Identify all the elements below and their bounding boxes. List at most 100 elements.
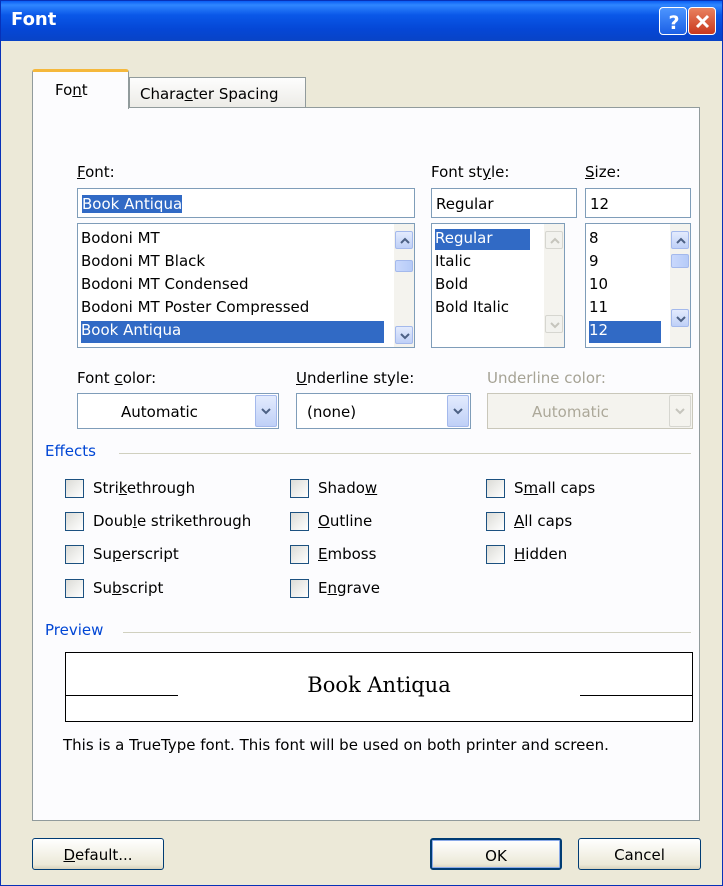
cancel-button-label: Cancel [614,846,665,864]
list-item[interactable]: Bodoni MT Black [81,252,205,270]
scroll-up-button[interactable] [671,231,689,249]
font-list[interactable]: Bodoni MT Bodoni MT Black Bodoni MT Cond… [77,223,415,348]
chevron-down-icon [453,408,463,415]
preview-box: Book Antiqua [65,652,693,722]
checkbox-label: Shadow [318,479,378,497]
font-color-dropdown[interactable]: Automatic [77,393,279,429]
chevron-down-icon [676,316,686,323]
effects-divider [119,453,691,454]
list-item[interactable]: Bodoni MT Condensed [81,275,248,293]
checkbox-label: Small caps [514,479,596,497]
size-list[interactable]: 8 9 10 11 12 [585,223,691,348]
checkbox-label: Emboss [318,545,377,563]
checkbox-label: Hidden [514,545,568,563]
default-button-label: Default... [63,846,133,864]
scroll-up-button[interactable] [395,231,413,249]
checkbox-box[interactable] [486,479,505,498]
list-item[interactable]: Bodoni MT Poster Compressed [81,298,309,316]
font-label: Font: [77,163,115,181]
scroll-down-button[interactable] [671,309,689,327]
close-button[interactable] [688,7,716,35]
chevron-up-icon [400,237,410,244]
preview-divider [123,632,691,633]
underline-style-label: Underline style: [296,369,415,387]
size-label: Size: [585,163,621,181]
font-style-list[interactable]: Regular Italic Bold Bold Italic [431,223,565,348]
checkbox-label: Outline [318,512,373,530]
font-type-note: This is a TrueType font. This font will … [63,736,609,754]
checkbox-label: Engrave [318,579,380,597]
ok-button[interactable]: OK [430,838,562,870]
list-item[interactable]: Bold [435,275,468,293]
tab-character-spacing-label: Character Spacing [140,85,279,103]
underline-style-value: (none) [307,403,357,421]
dialog-title: Font [11,9,57,30]
font-style-label: Font style: [431,163,510,181]
list-item[interactable]: 11 [589,298,608,316]
underline-color-label: Underline color: [487,369,606,387]
list-item[interactable]: 9 [589,252,599,270]
effects-group-title: Effects [45,442,96,460]
list-item[interactable]: Italic [435,252,471,270]
chevron-down-icon [261,408,271,415]
list-item-selected[interactable]: Regular [435,229,530,250]
size-list-scrollbar[interactable] [670,224,690,347]
question-mark-icon: ? [668,12,679,34]
scroll-down-button[interactable] [395,326,413,344]
tab-character-spacing[interactable]: Character Spacing [129,77,306,108]
list-item[interactable]: 10 [589,275,608,293]
checkbox-label: Subscript [93,579,164,597]
font-color-label: Font color: [77,369,157,387]
font-style-input[interactable]: Regular [431,188,577,218]
font-input[interactable]: Book Antiqua [77,188,415,218]
checkbox-box[interactable] [290,545,309,564]
close-icon [695,14,710,29]
scroll-down-button [545,315,563,333]
checkbox-box[interactable] [65,512,84,531]
list-item[interactable]: Bold Italic [435,298,509,316]
chevron-down-icon [675,408,685,415]
checkbox-box[interactable] [65,479,84,498]
chevron-up-icon [676,237,686,244]
preview-group-title: Preview [45,621,104,639]
font-list-scrollbar[interactable] [394,224,414,347]
preview-line-right [580,695,692,696]
size-input[interactable]: 12 [585,188,691,218]
checkbox-box[interactable] [486,545,505,564]
list-item[interactable]: 8 [589,229,599,247]
preview-sample-text: Book Antiqua [307,673,451,697]
tab-font-label: Font [55,81,88,99]
ok-button-label: OK [485,847,507,865]
scroll-up-button [545,231,563,249]
list-item-selected[interactable]: 12 [589,321,661,343]
checkbox-label: All caps [514,512,573,530]
font-style-scrollbar[interactable] [544,224,564,347]
checkbox-box[interactable] [290,512,309,531]
checkbox-box[interactable] [486,512,505,531]
font-input-value: Book Antiqua [82,195,183,213]
checkbox-box[interactable] [290,579,309,598]
font-dialog: Font ? Font Character Spacing Font: Font… [0,0,723,886]
chevron-down-icon [400,333,410,340]
list-item-selected[interactable]: Book Antiqua [81,321,384,343]
font-color-dropdown-button[interactable] [255,395,277,427]
underline-style-dropdown[interactable]: (none) [296,393,471,429]
title-bar[interactable]: Font ? [1,1,722,41]
tab-font[interactable]: Font [32,69,129,109]
checkbox-box[interactable] [65,579,84,598]
checkbox-label: Double strikethrough [93,512,252,530]
default-button[interactable]: Default... [32,838,164,870]
help-button[interactable]: ? [659,7,687,35]
chevron-down-icon [550,322,560,329]
underline-style-dropdown-button[interactable] [447,395,469,427]
list-item[interactable]: Bodoni MT [81,229,160,247]
font-color-value: Automatic [121,403,198,421]
checkbox-box[interactable] [65,545,84,564]
chevron-up-icon [550,237,560,244]
scroll-thumb[interactable] [395,260,413,272]
checkbox-box[interactable] [290,479,309,498]
cancel-button[interactable]: Cancel [578,838,701,870]
checkbox-label: Superscript [93,545,179,563]
scroll-thumb[interactable] [671,254,689,268]
underline-color-dropdown: Automatic [487,393,693,429]
